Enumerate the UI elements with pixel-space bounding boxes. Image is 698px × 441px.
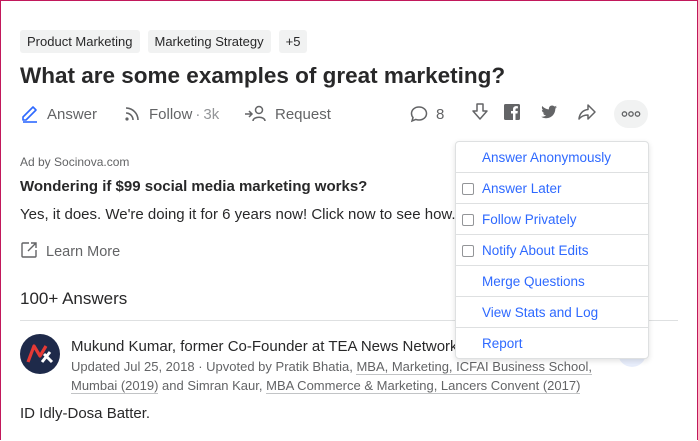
follow-privately-checkbox[interactable] xyxy=(462,214,474,226)
menu-item-label: View Stats and Log xyxy=(482,305,599,320)
author-avatar[interactable] xyxy=(20,334,60,374)
external-link-icon xyxy=(20,241,38,263)
twitter-icon xyxy=(539,102,559,127)
answer-later-checkbox[interactable] xyxy=(462,183,474,195)
menu-item-merge-questions[interactable]: Merge Questions xyxy=(456,266,648,297)
topic-list: Product Marketing Marketing Strategy +5 xyxy=(20,30,308,53)
menu-item-label: Merge Questions xyxy=(482,274,585,289)
request-button[interactable]: Request xyxy=(244,100,331,128)
menu-item-label: Report xyxy=(482,336,523,351)
menu-item-label: Answer Anonymously xyxy=(482,150,612,165)
share-button[interactable] xyxy=(575,102,599,126)
request-label: Request xyxy=(275,105,331,123)
menu-item-label: Follow Privately xyxy=(482,212,577,227)
answers-count-header: 100+ Answers xyxy=(20,289,128,308)
share-facebook-button[interactable] xyxy=(500,102,524,126)
facebook-icon xyxy=(502,102,522,127)
avatar-logo-icon xyxy=(26,344,54,364)
learn-more-label: Learn More xyxy=(46,244,121,260)
ad-title[interactable]: Wondering if $99 social media marketing … xyxy=(20,178,367,195)
topic-chip[interactable]: Product Marketing xyxy=(20,30,140,53)
comment-button[interactable]: 8 xyxy=(409,100,444,128)
topic-chip[interactable]: Marketing Strategy xyxy=(147,30,271,53)
topic-more-chip[interactable]: +5 xyxy=(278,30,308,53)
question-action-bar: Answer Follow · 3k Request 8 xyxy=(20,100,650,128)
downvote-button[interactable] xyxy=(468,102,492,126)
follow-label: Follow xyxy=(149,105,193,123)
menu-item-notify-about-edits[interactable]: Notify About Edits xyxy=(456,235,648,266)
comment-count: 8 xyxy=(436,105,445,123)
answer-button[interactable]: Answer xyxy=(20,100,97,128)
question-title[interactable]: What are some examples of great marketin… xyxy=(20,63,505,89)
menu-item-label: Answer Later xyxy=(482,181,562,196)
follow-separator: · xyxy=(195,105,201,123)
pencil-icon xyxy=(20,104,40,124)
answer-label: Answer xyxy=(47,105,98,123)
rss-icon xyxy=(122,104,142,124)
menu-item-follow-privately[interactable]: Follow Privately xyxy=(456,204,648,235)
request-person-icon xyxy=(244,104,268,124)
ad-body-text[interactable]: Yes, it does. We're doing it for 6 years… xyxy=(20,206,470,223)
notify-edits-checkbox[interactable] xyxy=(462,245,474,257)
menu-item-answer-later[interactable]: Answer Later xyxy=(456,173,648,204)
ad-sponsor-label: Ad by Socinova.com xyxy=(20,155,130,169)
more-dots-icon xyxy=(621,105,641,123)
follow-count: 3k xyxy=(203,105,220,123)
answer-meta-mid: and Simran Kaur, xyxy=(158,378,267,393)
answer-meta-prefix: Updated Jul 25, 2018 · Upvoted by Pratik… xyxy=(71,359,357,374)
answer-text[interactable]: ID Idly-Dosa Batter. xyxy=(20,405,150,422)
answer-meta: Updated Jul 25, 2018 · Upvoted by Pratik… xyxy=(71,357,611,395)
more-options-button[interactable] xyxy=(614,100,648,128)
menu-item-label: Notify About Edits xyxy=(482,243,589,258)
share-twitter-button[interactable] xyxy=(537,102,561,126)
menu-item-view-stats-and-log[interactable]: View Stats and Log xyxy=(456,297,648,328)
follow-button[interactable]: Follow · 3k xyxy=(122,100,219,128)
menu-item-report[interactable]: Report xyxy=(456,328,648,359)
upvoter-credential-link[interactable]: MBA Commerce & Marketing, Lancers Conven… xyxy=(266,378,581,394)
answer-author[interactable]: Mukund Kumar, former Co-Founder at TEA N… xyxy=(71,338,458,355)
menu-item-answer-anonymously[interactable]: Answer Anonymously xyxy=(456,142,648,173)
downvote-arrow-icon xyxy=(470,102,490,127)
more-options-menu: Answer Anonymously Answer Later Follow P… xyxy=(455,141,649,359)
comment-bubble-icon xyxy=(409,104,429,124)
share-arrow-icon xyxy=(577,102,597,127)
learn-more-link[interactable]: Learn More xyxy=(20,241,120,263)
